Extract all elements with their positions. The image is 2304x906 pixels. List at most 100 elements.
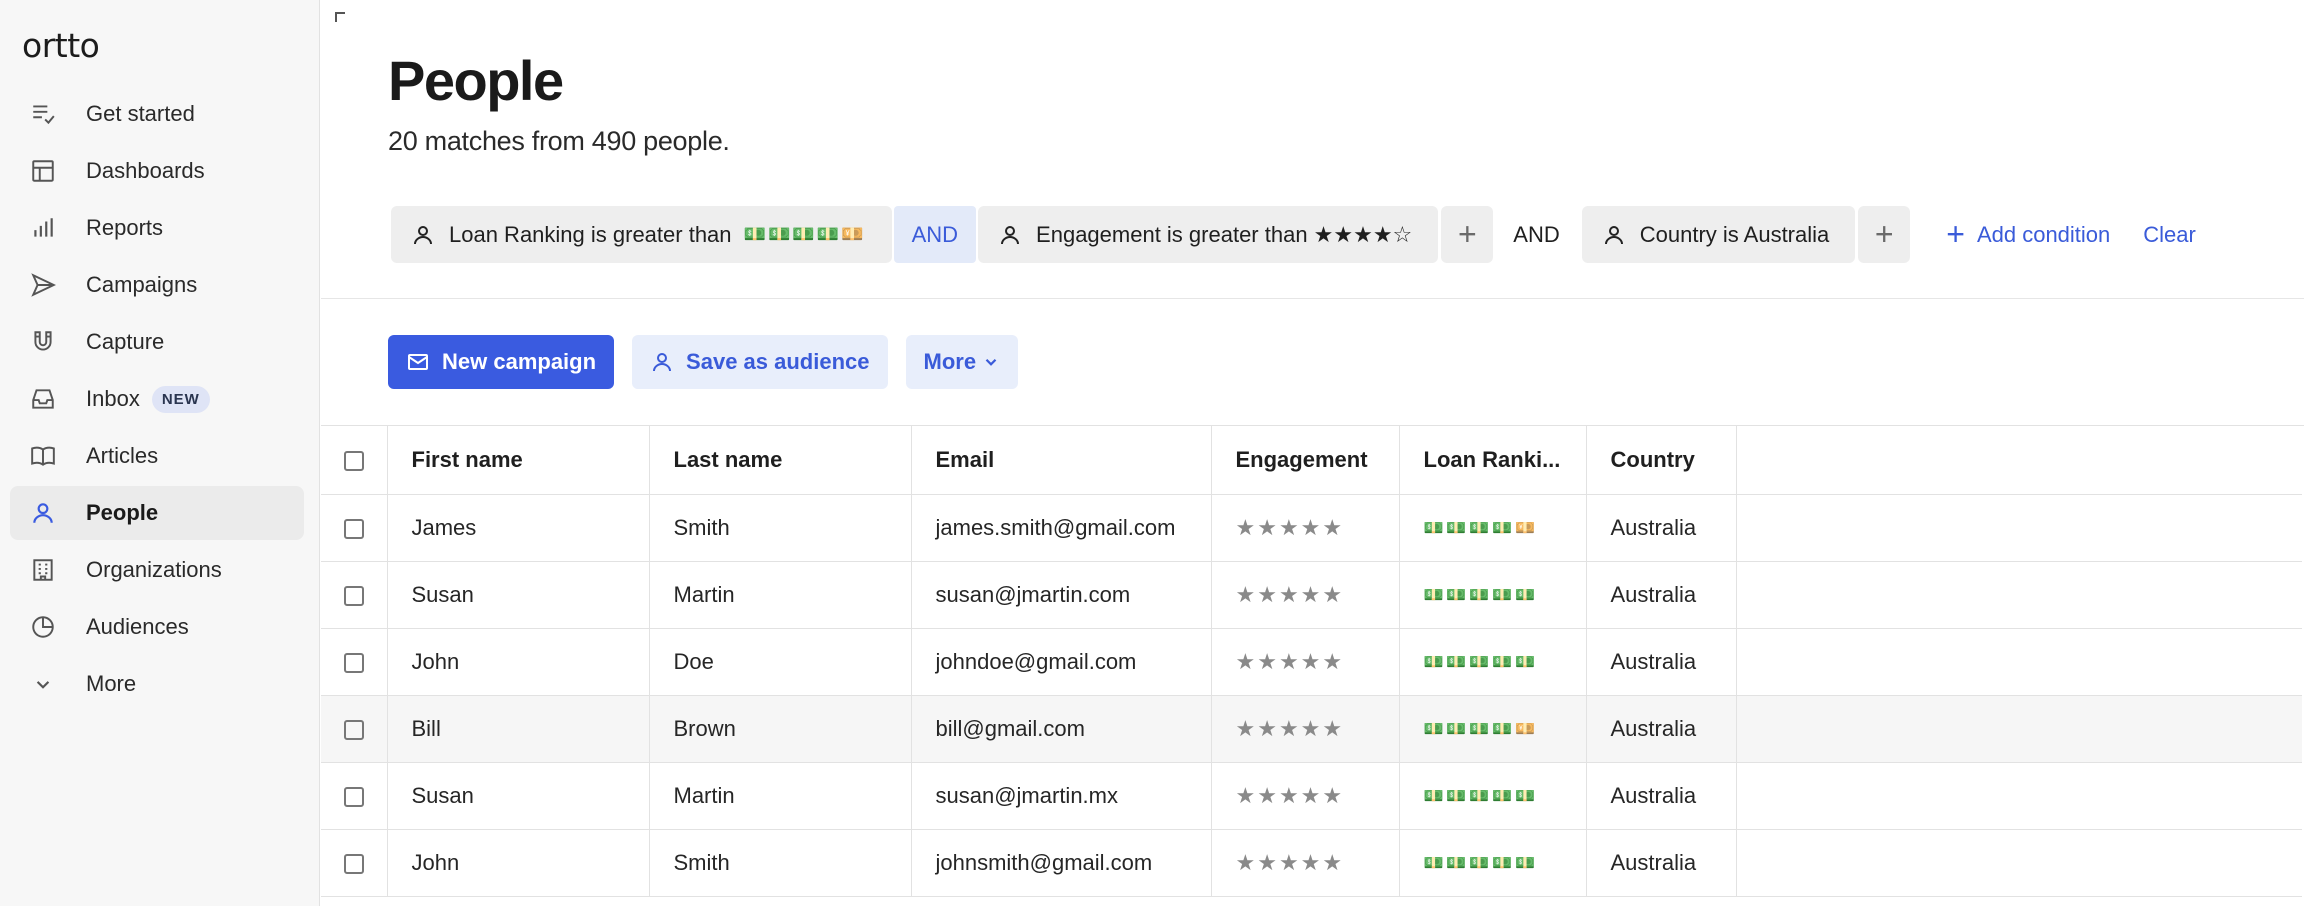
row-filler: [1736, 628, 2302, 696]
loan-ranking-cell: 💵💵💵💵💵: [1399, 762, 1587, 830]
row-checkbox[interactable]: [343, 585, 364, 606]
sidebar-item-audiences[interactable]: Audiences: [10, 600, 304, 654]
sidebar-item-inbox[interactable]: Inbox NEW: [10, 372, 304, 426]
last-name-cell: Smith: [649, 494, 912, 562]
last-name-cell: Doe: [649, 628, 912, 696]
last-name-cell: Brown: [649, 695, 912, 763]
and-operator-label: AND: [1513, 221, 1560, 247]
row-checkbox[interactable]: [343, 518, 364, 539]
match-count: 20 matches from 490 people.: [388, 126, 730, 156]
table-row[interactable]: Susan Martin susan@jmartin.mx ★★★★★ 💵💵💵💵…: [321, 762, 2302, 830]
new-campaign-label: New campaign: [442, 349, 597, 374]
mail-icon: [408, 354, 428, 370]
country-cell: Australia: [1586, 695, 1737, 763]
column-header-loan-ranking[interactable]: Loan Ranki...: [1399, 426, 1587, 495]
table-row[interactable]: John Doe johndoe@gmail.com ★★★★★ 💵💵💵💵💵 A…: [321, 628, 2302, 696]
loan-rank-value: 💵💵💵💵💴: [743, 224, 866, 244]
sidebar-item-label: More: [86, 671, 137, 696]
sidebar-item-get-started[interactable]: Get started: [10, 87, 304, 141]
select-all-cell: [321, 426, 388, 495]
ortto-logo[interactable]: ortto: [22, 26, 100, 65]
sidebar-item-label: Dashboards: [86, 158, 205, 183]
row-select-cell: [321, 762, 388, 830]
person-icon: [1001, 225, 1020, 244]
email-cell: james.smith@gmail.com: [911, 494, 1212, 562]
plus-icon: +: [1946, 216, 1965, 252]
first-name-cell: Bill: [387, 695, 650, 763]
engagement-stars: ★★★★★: [1211, 829, 1400, 897]
sidebar-item-label: Audiences: [86, 614, 189, 639]
add-or-condition-button[interactable]: +: [1858, 206, 1911, 263]
table-row[interactable]: Bill Brown bill@gmail.com ★★★★★ 💵💵💵💵💴 Au…: [321, 695, 2302, 763]
person-icon: [414, 225, 432, 244]
row-select-cell: [321, 628, 388, 696]
sidebar-item-organizations[interactable]: Organizations: [10, 543, 304, 597]
clear-filters-link[interactable]: Clear: [2143, 206, 2196, 263]
sidebar-nav: Get started Dashboards Reports Campaigns: [10, 87, 304, 714]
and-operator-toggle[interactable]: AND: [893, 206, 977, 263]
row-select-cell: [321, 494, 388, 562]
sidebar-item-dashboards[interactable]: Dashboards: [10, 144, 304, 198]
row-checkbox[interactable]: [343, 786, 364, 807]
column-header-engagement[interactable]: Engagement: [1211, 426, 1400, 495]
sidebar-item-label: Campaigns: [86, 272, 198, 297]
sidebar-item-reports[interactable]: Reports: [10, 201, 304, 255]
first-name-cell: John: [387, 829, 650, 897]
loan-ranking-cell: 💵💵💵💵💵: [1399, 628, 1587, 696]
select-all-checkbox[interactable]: [343, 450, 364, 471]
row-checkbox[interactable]: [343, 853, 364, 874]
add-or-condition-button[interactable]: +: [1441, 206, 1494, 263]
last-name-cell: Martin: [649, 561, 912, 629]
loan-ranking-cell: 💵💵💵💵💵: [1399, 561, 1587, 629]
row-checkbox[interactable]: [343, 719, 364, 740]
email-cell: bill@gmail.com: [911, 695, 1212, 763]
sidebar-item-label: People: [86, 500, 159, 525]
add-condition-label: Add condition: [1976, 221, 2111, 247]
table-row[interactable]: John Smith johnsmith@gmail.com ★★★★★ 💵💵💵…: [321, 829, 2302, 897]
engagement-stars: ★★★★★: [1211, 628, 1400, 696]
row-filler: [1736, 695, 2302, 763]
sidebar-item-more[interactable]: More: [10, 657, 304, 711]
email-cell: susan@jmartin.mx: [911, 762, 1212, 830]
row-checkbox[interactable]: [343, 652, 364, 673]
sidebar-item-articles[interactable]: Articles: [10, 429, 304, 483]
table-row[interactable]: Susan Martin susan@jmartin.com ★★★★★ 💵💵💵…: [321, 561, 2302, 629]
table-row[interactable]: James Smith james.smith@gmail.com ★★★★★ …: [321, 494, 2302, 562]
column-filler: [1736, 426, 2302, 495]
column-header-last-name[interactable]: Last name: [649, 426, 912, 495]
bar-chart-icon: [28, 213, 58, 243]
person-icon: [653, 353, 672, 372]
column-header-country[interactable]: Country: [1586, 426, 1737, 495]
first-name-cell: James: [387, 494, 650, 562]
more-actions-button[interactable]: More: [905, 335, 1019, 389]
save-as-audience-label: Save as audience: [686, 349, 870, 374]
row-select-cell: [321, 561, 388, 629]
action-bar: New campaign Save as audience More: [388, 335, 1019, 389]
section-divider: [321, 298, 2304, 299]
loan-ranking-cell: 💵💵💵💵💵: [1399, 829, 1587, 897]
filter-chip-country[interactable]: Country is Australia: [1581, 206, 1856, 263]
checklist-icon: [28, 99, 58, 129]
filter-chip-loan-ranking[interactable]: Loan Ranking is greater than 💵💵💵💵💴: [391, 206, 892, 263]
filter-chip-engagement[interactable]: Engagement is greater than ★★★★☆: [978, 206, 1439, 263]
save-as-audience-button[interactable]: Save as audience: [632, 335, 888, 389]
people-table: First name Last name Email Engagement Lo…: [321, 426, 2302, 897]
sidebar-item-campaigns[interactable]: Campaigns: [10, 258, 304, 312]
column-header-first-name[interactable]: First name: [387, 426, 650, 495]
row-filler: [1736, 829, 2302, 897]
country-cell: Australia: [1586, 628, 1737, 696]
people-table-container: First name Last name Email Engagement Lo…: [321, 425, 2304, 897]
sidebar-item-people[interactable]: People: [10, 486, 304, 540]
row-filler: [1736, 561, 2302, 629]
add-condition-button[interactable]: + Add condition: [1946, 206, 2110, 263]
column-header-email[interactable]: Email: [911, 426, 1212, 495]
email-cell: johnsmith@gmail.com: [911, 829, 1212, 897]
book-icon: [28, 441, 58, 471]
row-filler: [1736, 762, 2302, 830]
sidebar-item-capture[interactable]: Capture: [10, 315, 304, 369]
email-cell: johndoe@gmail.com: [911, 628, 1212, 696]
pie-icon: [28, 612, 58, 642]
chevron-down-icon: [985, 358, 997, 366]
last-name-cell: Martin: [649, 762, 912, 830]
new-campaign-button[interactable]: New campaign: [388, 335, 615, 389]
